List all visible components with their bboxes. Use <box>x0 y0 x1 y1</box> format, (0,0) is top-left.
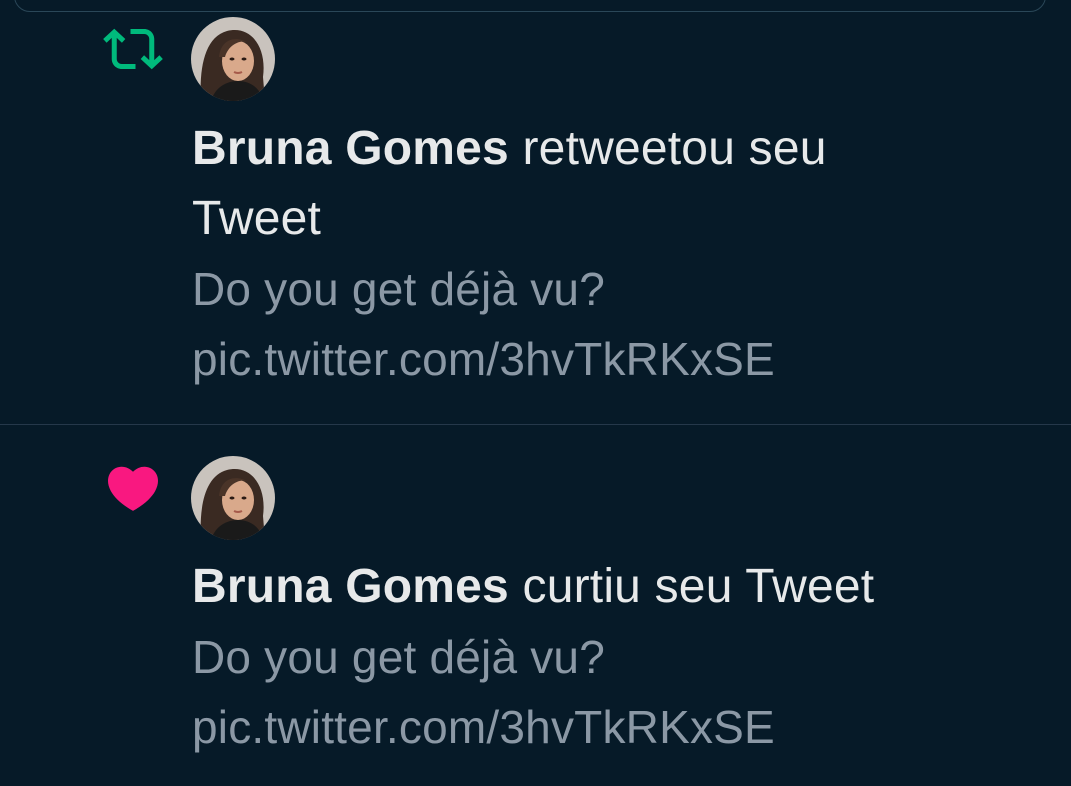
tweet-text[interactable]: Do you get déjà vu? <box>192 622 992 692</box>
user-name[interactable]: Bruna Gomes <box>192 560 509 613</box>
action-text: curtiu seu Tweet <box>522 560 875 613</box>
user-name[interactable]: Bruna Gomes <box>192 122 509 175</box>
notification-retweet[interactable]: Bruna Gomes retweetou seu Tweet Do you g… <box>0 0 1071 424</box>
tweet-link[interactable]: pic.twitter.com/3hvTkRKxSE <box>192 692 992 762</box>
notification-like[interactable]: Bruna Gomes curtiu seu Tweet Do you get … <box>0 425 1071 786</box>
avatar[interactable] <box>191 456 275 540</box>
tweet-link[interactable]: pic.twitter.com/3hvTkRKxSE <box>192 324 932 394</box>
tweet-text[interactable]: Do you get déjà vu? <box>192 254 932 324</box>
avatar[interactable] <box>191 17 275 101</box>
retweet-icon <box>103 19 163 79</box>
heart-icon <box>103 458 163 518</box>
